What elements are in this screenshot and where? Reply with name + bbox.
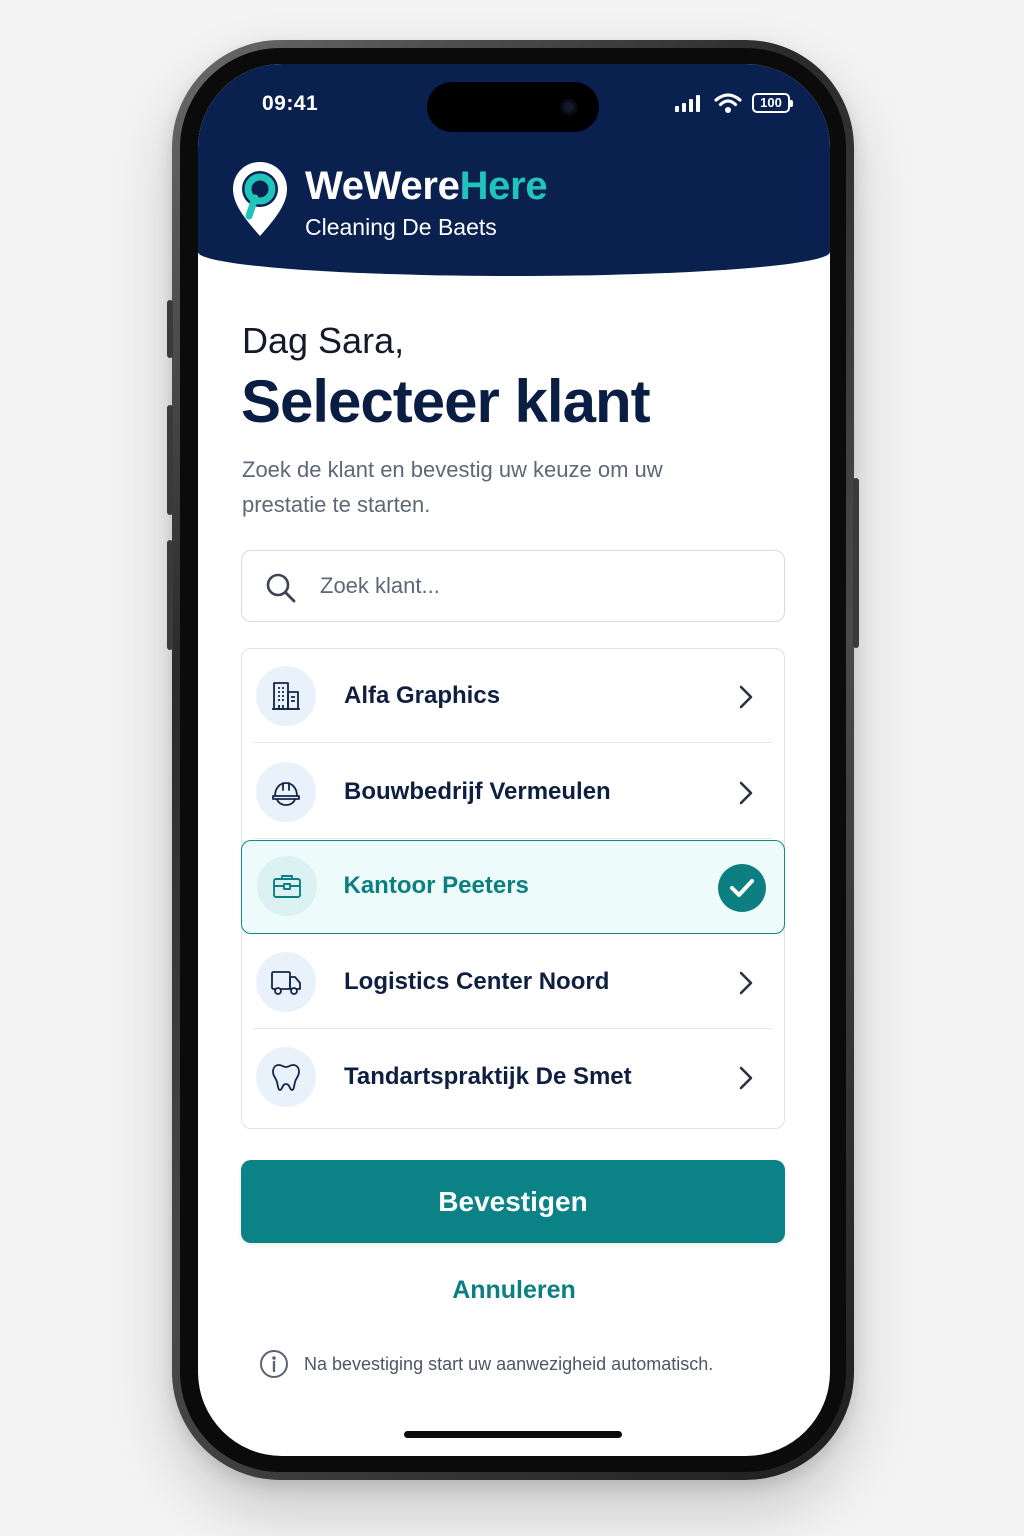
client-item-logistics-center-noord[interactable]: Logistics Center Noord [242,935,783,1029]
camera-icon [561,99,577,115]
client-item-tandartspraktijk-de-smet[interactable]: Tandartspraktijk De Smet [242,1030,783,1124]
brand-name-part1: WeWere [305,164,460,208]
status-time: 09:41 [262,92,319,115]
chevron-right-icon [739,685,753,709]
company-name: Cleaning De Baets [305,214,497,240]
search-input[interactable] [320,553,760,619]
battery-icon: 100 [752,93,793,113]
app-brand: WeWereHere [305,164,548,209]
cancel-button[interactable]: Annuleren [414,1270,614,1310]
office-building-icon [272,682,300,710]
home-indicator[interactable] [404,1431,622,1438]
row-divider [253,838,772,839]
tooth-icon [272,1064,300,1091]
chevron-right-icon [739,971,753,995]
confirm-button[interactable]: Bevestigen [241,1160,785,1243]
client-item-bouwbedrijf-vermeulen[interactable]: Bouwbedrijf Vermeulen [242,745,783,839]
client-name: Bouwbedrijf Vermeulen [344,778,611,805]
signal-icon [675,95,700,112]
chevron-right-icon [739,781,753,805]
checkmark-icon [729,879,754,897]
app-screen: 09:41 100 WeWereHere Cleaning De Baets D… [198,64,830,1456]
app-header: 09:41 100 WeWereHere Cleaning De Baets [198,64,830,276]
search-icon [266,573,296,603]
client-name: Kantoor Peeters [343,872,529,899]
briefcase-icon [272,875,301,898]
client-item-alfa-graphics[interactable]: Alfa Graphics [242,649,783,743]
client-list: Alfa Graphics Bouwbedrijf Vermeulen Kant… [240,648,785,1129]
client-name: Tandartspraktijk De Smet [344,1063,632,1090]
client-icon-badge [256,856,317,916]
client-icon-badge [256,952,316,1012]
client-icon-badge [256,666,316,726]
volume-up-button [167,405,173,515]
wifi-icon [714,93,742,113]
info-note: Na bevestiging start uw aanwezigheid aut… [258,1348,713,1380]
client-name: Logistics Center Noord [344,968,610,995]
client-item-kantoor-peeters[interactable]: Kantoor Peeters [240,840,785,934]
row-divider [253,742,772,743]
status-indicators: 100 [674,92,793,114]
chevron-right-icon [739,1066,753,1090]
volume-down-button [167,540,173,650]
location-pin-logo-icon [233,162,287,236]
truck-icon [271,971,301,995]
client-icon-badge [256,1047,316,1107]
power-button [853,478,859,648]
page-title: Selecteer klant [241,368,651,435]
greeting: Dag Sara, [242,320,405,361]
selected-check-icon [717,864,766,912]
brand-name-part2: Here [459,164,548,208]
client-icon-badge [256,762,316,822]
page-description: Zoek de klant en bevestig uw keuze om uw… [242,457,663,517]
hard-hat-icon [272,782,300,806]
search-box[interactable] [241,550,785,622]
dynamic-island [427,82,599,132]
client-name: Alfa Graphics [344,682,501,709]
info-text: Na bevestiging start uw aanwezigheid aut… [304,1353,714,1374]
action-button [167,300,173,358]
info-icon [260,1350,288,1378]
row-divider [253,1028,772,1029]
